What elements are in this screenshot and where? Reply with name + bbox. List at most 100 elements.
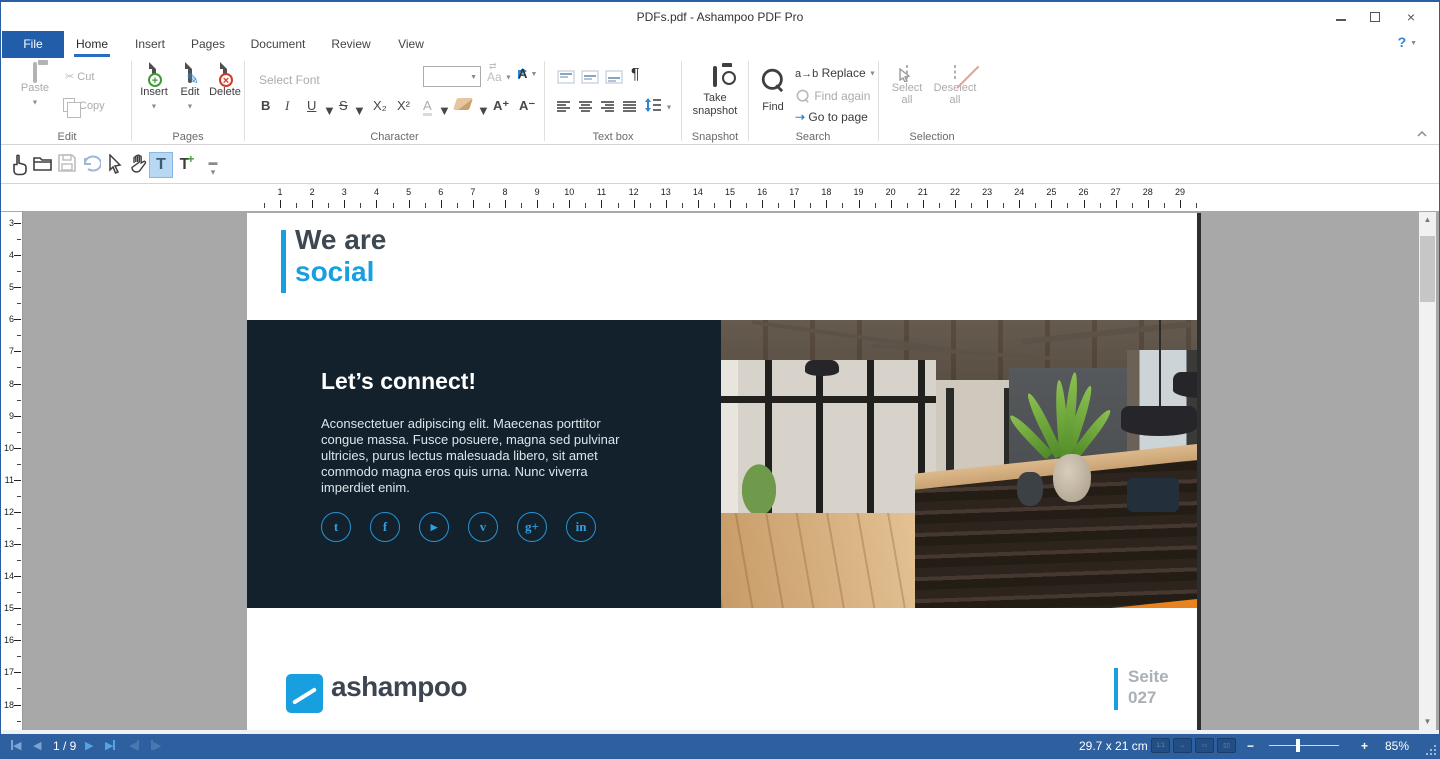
- textbox-align-top-icon[interactable]: [557, 70, 575, 89]
- tab-insert[interactable]: Insert: [127, 31, 173, 58]
- close-button[interactable]: ×: [1397, 8, 1425, 26]
- next-view-button[interactable]: ▶: [151, 734, 161, 758]
- tab-pages[interactable]: Pages: [185, 31, 231, 58]
- align-right-icon[interactable]: [601, 100, 615, 118]
- social-linkedin-icon[interactable]: in: [566, 512, 596, 542]
- save-button[interactable]: [55, 152, 79, 178]
- quick-toolbar: T T+ ▬▾: [1, 147, 1439, 184]
- strikethrough-button[interactable]: S: [339, 98, 348, 113]
- align-justify-icon[interactable]: [623, 100, 637, 118]
- find-button[interactable]: Find: [753, 68, 793, 113]
- collapse-ribbon-button[interactable]: [1417, 124, 1427, 142]
- page-x-icon: ×: [223, 62, 227, 83]
- tab-review[interactable]: Review: [325, 31, 377, 58]
- underline-color-button[interactable]: A: [423, 98, 432, 116]
- grow-font-button[interactable]: A⁺: [493, 98, 509, 114]
- page-shadow: [1197, 213, 1201, 734]
- delete-page-button[interactable]: × Delete: [206, 64, 244, 98]
- title-bar: PDFs.pdf - Ashampoo PDF Pro ×: [1, 1, 1439, 31]
- viewmode-facing-pages-icon[interactable]: ▯▯: [1217, 738, 1236, 753]
- social-google-plus-icon[interactable]: g+: [517, 512, 547, 542]
- tab-home[interactable]: Home: [69, 31, 115, 58]
- line-spacing-icon[interactable]: ▼: [645, 98, 672, 117]
- insert-page-button[interactable]: + Insert ▼: [136, 64, 172, 116]
- next-page-button[interactable]: ▶: [85, 734, 93, 758]
- go-to-page-button[interactable]: ➝ Go to page: [795, 110, 868, 124]
- align-center-icon[interactable]: [579, 100, 593, 118]
- social-vimeo-icon[interactable]: v: [468, 512, 498, 542]
- ribbon: Paste ▼ ✂ Cut Copy Edit + Insert ▼ ✎ Edi…: [1, 58, 1439, 145]
- text-direction-icon[interactable]: A ▼: [517, 66, 537, 81]
- underline-caret[interactable]: ▼: [323, 103, 336, 118]
- deselect-all-button[interactable]: Deselect all: [931, 66, 979, 106]
- copy-icon: [63, 98, 75, 112]
- pilcrow-button[interactable]: ¶: [631, 66, 640, 84]
- zoom-in-button[interactable]: +: [1361, 734, 1368, 758]
- font-size-combobox[interactable]: ▼: [423, 66, 481, 87]
- textbox-align-middle-icon[interactable]: [581, 70, 599, 89]
- group-label-snapshot: Snapshot: [682, 131, 748, 143]
- zoom-slider[interactable]: [1269, 734, 1339, 758]
- previous-page-button[interactable]: ◀: [33, 734, 41, 758]
- pointer-hand-tool[interactable]: [7, 152, 31, 178]
- scroll-up-icon[interactable]: ▲: [1419, 212, 1436, 228]
- replace-button[interactable]: a→b Replace ▼: [795, 66, 876, 80]
- open-file-button[interactable]: [31, 152, 55, 178]
- strikethrough-caret[interactable]: ▼: [353, 103, 366, 118]
- vertical-scrollbar[interactable]: ▲ ▼: [1419, 212, 1436, 730]
- select-cursor-tool[interactable]: [103, 152, 127, 178]
- highlight-button[interactable]: [455, 98, 471, 113]
- edit-page-button[interactable]: ✎ Edit ▼: [172, 64, 208, 116]
- page-header-section: We are social: [247, 213, 1197, 320]
- pan-hand-tool[interactable]: [127, 152, 151, 178]
- underline-color-caret[interactable]: ▼: [438, 103, 451, 118]
- zoom-percentage[interactable]: 85%: [1385, 734, 1409, 758]
- viewmode-fit-width-icon[interactable]: ↔: [1173, 738, 1192, 753]
- toolbar-customize-button[interactable]: ▬▾: [201, 152, 225, 178]
- copy-button[interactable]: Copy: [63, 98, 105, 118]
- scrollbar-thumb[interactable]: [1420, 236, 1435, 302]
- find-again-button[interactable]: Find again: [795, 88, 870, 104]
- pdf-page[interactable]: We are social Let’s connect! Aconsectetu…: [247, 213, 1197, 734]
- tab-file[interactable]: File: [2, 31, 64, 58]
- last-page-button[interactable]: ▶: [105, 734, 115, 758]
- viewmode-1to1-icon[interactable]: 1:1: [1151, 738, 1170, 753]
- add-text-tool[interactable]: T+: [175, 152, 199, 178]
- page-number-label: Seite027: [1128, 666, 1169, 708]
- textbox-align-bottom-icon[interactable]: [605, 70, 623, 89]
- bold-button[interactable]: B: [261, 98, 270, 113]
- maximize-button[interactable]: [1361, 8, 1389, 26]
- social-twitter-icon[interactable]: t: [321, 512, 351, 542]
- italic-button[interactable]: I: [285, 98, 289, 114]
- character-spacing-icon[interactable]: Aa ▼: [487, 70, 512, 84]
- previous-view-button[interactable]: ◀: [129, 734, 139, 758]
- connect-heading: Let’s connect!: [321, 368, 476, 395]
- subscript-button[interactable]: X₂: [373, 98, 387, 113]
- align-left-icon[interactable]: [557, 100, 571, 118]
- first-page-button[interactable]: ◀: [11, 734, 21, 758]
- status-bar: ◀ ◀ 1 / 9 ▶ ▶ ◀ ▶ 29.7 x 21 cm 1:1↔▭▯▯ −…: [1, 734, 1439, 758]
- underline-button[interactable]: U: [307, 98, 316, 113]
- scroll-down-icon[interactable]: ▼: [1419, 714, 1436, 730]
- take-snapshot-button[interactable]: Take snapshot: [686, 68, 744, 118]
- superscript-button[interactable]: X²: [397, 98, 410, 113]
- shrink-font-button[interactable]: A⁻: [519, 98, 535, 114]
- viewmode-single-page-icon[interactable]: ▭: [1195, 738, 1214, 753]
- paste-button[interactable]: Paste ▼: [13, 64, 57, 112]
- zoom-slider-handle[interactable]: [1296, 739, 1300, 752]
- undo-button[interactable]: [79, 152, 103, 178]
- page-indicator[interactable]: 1 / 9: [53, 734, 76, 758]
- zoom-out-button[interactable]: −: [1247, 734, 1254, 758]
- select-all-button[interactable]: Select all: [885, 66, 929, 106]
- cut-button[interactable]: ✂ Cut: [65, 70, 94, 90]
- social-facebook-icon[interactable]: f: [370, 512, 400, 542]
- minimize-button[interactable]: [1327, 8, 1355, 26]
- social-youtube-icon[interactable]: ▸: [419, 512, 449, 542]
- tab-view[interactable]: View: [391, 31, 431, 58]
- group-label-textbox: Text box: [545, 131, 681, 143]
- resize-grip[interactable]: [1426, 745, 1436, 755]
- highlight-caret[interactable]: ▼: [477, 103, 490, 118]
- text-tool[interactable]: T: [149, 152, 173, 178]
- help-button[interactable]: ? ▼: [1398, 34, 1417, 50]
- tab-document[interactable]: Document: [245, 31, 311, 58]
